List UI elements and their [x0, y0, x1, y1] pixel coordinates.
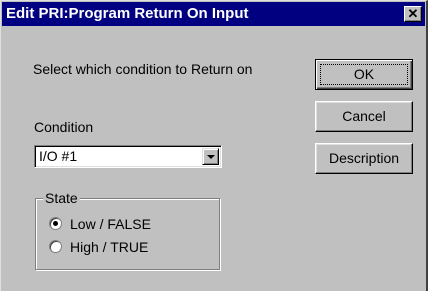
state-group-label: State: [43, 190, 80, 206]
chevron-down-icon[interactable]: [202, 148, 219, 165]
window-edge: [428, 0, 432, 291]
description-button[interactable]: Description: [315, 143, 413, 174]
close-button[interactable]: ✕: [404, 6, 422, 22]
instruction-text: Select which condition to Return on: [33, 61, 253, 77]
state-group: State Low / FALSE High / TRUE: [35, 190, 220, 270]
cancel-button-label: Cancel: [342, 108, 386, 124]
condition-label: Condition: [34, 119, 94, 135]
radio-indicator[interactable]: [49, 240, 62, 253]
ok-button[interactable]: OK: [315, 59, 413, 90]
close-icon: ✕: [407, 6, 419, 21]
dialog-window: Edit PRI:Program Return On Input ✕ Selec…: [0, 0, 428, 291]
title-bar[interactable]: Edit PRI:Program Return On Input ✕: [2, 2, 425, 26]
cancel-button[interactable]: Cancel: [315, 101, 413, 132]
description-button-label: Description: [328, 150, 400, 166]
radio-label: High / TRUE: [70, 239, 149, 255]
condition-dropdown[interactable]: I/O #1: [34, 145, 222, 168]
radio-indicator[interactable]: [49, 217, 62, 230]
radio-label: Low / FALSE: [70, 216, 151, 232]
focus-rect: [320, 64, 408, 85]
dialog-title: Edit PRI:Program Return On Input: [6, 5, 249, 22]
condition-value: I/O #1: [39, 148, 78, 164]
